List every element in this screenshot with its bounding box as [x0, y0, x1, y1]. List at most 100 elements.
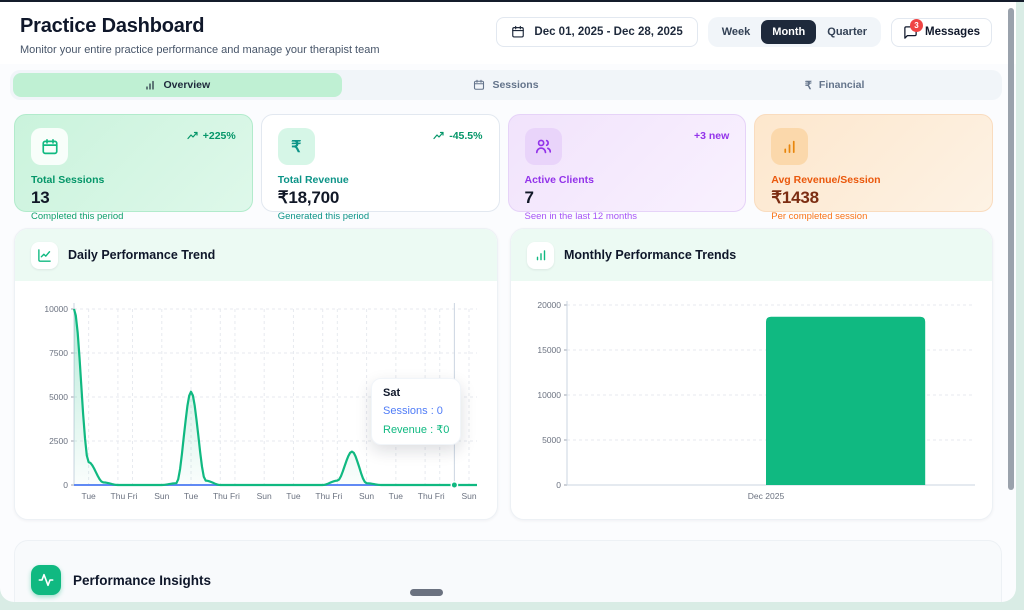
calendar-icon — [474, 79, 485, 90]
date-range-label: Dec 01, 2025 - Dec 28, 2025 — [534, 26, 683, 38]
stat-card-total-revenue: ₹ -45.5% Total Revenue ₹18,700 Generated… — [260, 114, 500, 222]
performance-insights-card: Performance Insights — [14, 540, 1002, 602]
tooltip-revenue: Revenue : ₹0 — [383, 424, 450, 436]
tab-overview[interactable]: Overview — [13, 73, 342, 97]
activity-icon — [31, 565, 61, 595]
svg-text:Thu: Thu — [213, 491, 228, 501]
tooltip-title: Sat — [383, 387, 401, 399]
new-clients-badge: +3 new — [693, 130, 730, 142]
period-quarter-button[interactable]: Quarter — [816, 20, 878, 44]
tab-financial[interactable]: ₹ Financial — [670, 73, 999, 97]
trend-badge: -45.5% — [433, 130, 483, 142]
dashboard-app: Practice Dashboard Monitor your entire p… — [0, 2, 1016, 602]
messages-button[interactable]: 3 Messages — [891, 17, 992, 47]
svg-text:2500: 2500 — [49, 436, 68, 446]
bar-chart-icon — [527, 241, 554, 269]
period-segmented-control: Week Month Quarter — [707, 17, 882, 47]
svg-text:Fri: Fri — [435, 491, 445, 501]
svg-text:7500: 7500 — [49, 348, 68, 358]
rupee-icon: ₹ — [277, 128, 315, 165]
chart-title: Daily Performance Trend — [68, 248, 216, 262]
monthly-performance-card: Monthly Performance Trends 0 5000 10000 150… — [510, 228, 993, 520]
stat-label: Total Sessions — [31, 174, 105, 186]
stat-subtext: Per completed session — [771, 211, 868, 222]
header: Practice Dashboard Monitor your entire p… — [0, 2, 1016, 64]
insights-title: Performance Insights — [73, 572, 212, 588]
svg-text:0: 0 — [556, 480, 561, 490]
svg-text:Fri: Fri — [128, 491, 138, 501]
svg-text:15000: 15000 — [537, 345, 561, 355]
svg-text:Tue: Tue — [184, 491, 199, 501]
tab-sessions[interactable]: Sessions — [342, 73, 671, 97]
stat-card-avg-revenue: Avg Revenue/Session ₹1438 Per completed … — [754, 114, 993, 222]
tab-label: Sessions — [492, 79, 539, 91]
stat-label: Avg Revenue/Session — [771, 174, 881, 186]
vertical-scrollbar-thumb[interactable] — [1008, 8, 1014, 490]
calendar-icon — [31, 128, 68, 165]
tab-label: Financial — [818, 79, 865, 91]
svg-text:Tue: Tue — [286, 491, 301, 501]
svg-text:Sun: Sun — [154, 491, 169, 501]
stat-subtext: Generated this period — [277, 211, 370, 222]
stat-subtext: Completed this period — [31, 211, 124, 222]
trend-badge: +225% — [187, 130, 236, 142]
svg-text:Thu: Thu — [111, 491, 126, 501]
bar-chart-icon — [146, 80, 155, 90]
svg-text:Thu: Thu — [418, 491, 433, 501]
svg-text:Fri: Fri — [230, 491, 240, 501]
svg-text:Tue: Tue — [389, 491, 404, 501]
monthly-chart-canvas[interactable]: 0 5000 10000 15000 20000 Dec 2025 — [511, 281, 992, 507]
trend-up-icon — [433, 131, 444, 140]
svg-text:Sun: Sun — [461, 491, 476, 501]
line-chart-icon — [31, 241, 58, 269]
stat-value: 13 — [31, 188, 50, 207]
charts-row: Daily Performance Trend 0 2500 5000 7500 100… — [14, 228, 993, 520]
daily-performance-card: Daily Performance Trend 0 2500 5000 7500 100… — [14, 228, 498, 520]
messages-label: Messages — [925, 26, 980, 38]
chat-icon: 3 — [903, 18, 924, 40]
date-range-picker[interactable]: Dec 01, 2025 - Dec 28, 2025 — [496, 17, 698, 47]
svg-text:Dec 2025: Dec 2025 — [748, 491, 785, 501]
users-icon — [524, 128, 562, 165]
stat-card-total-sessions: +225% Total Sessions 13 Completed this p… — [14, 114, 253, 222]
period-month-button[interactable]: Month — [761, 20, 817, 44]
stat-value: 7 — [524, 188, 534, 207]
trend-up-icon — [187, 131, 198, 140]
svg-text:5000: 5000 — [49, 392, 68, 402]
stat-value: ₹18,700 — [277, 188, 340, 207]
stat-card-active-clients: +3 new Active Clients 7 Seen in the last… — [507, 114, 747, 222]
window-top-edge — [0, 0, 1024, 2]
highlight-dot — [450, 481, 459, 489]
svg-text:10000: 10000 — [44, 304, 68, 314]
svg-text:Tue: Tue — [81, 491, 96, 501]
svg-text:5000: 5000 — [542, 435, 561, 445]
svg-text:Fri: Fri — [332, 491, 342, 501]
period-week-button[interactable]: Week — [711, 20, 762, 44]
stat-subtext: Seen in the last 12 months — [524, 211, 638, 222]
svg-text:Sun: Sun — [257, 491, 272, 501]
stat-cards-row: +225% Total Sessions 13 Completed this p… — [14, 114, 993, 222]
stat-value: ₹1438 — [771, 188, 819, 207]
chart-tooltip: Sat Sessions : 0 Revenue : ₹0 — [371, 378, 462, 445]
svg-text:20000: 20000 — [537, 300, 561, 310]
tooltip-sessions: Sessions : 0 — [383, 405, 443, 417]
main-tabs: Overview Sessions ₹ Financial — [10, 70, 1002, 100]
svg-text:10000: 10000 — [537, 390, 561, 400]
stat-label: Total Revenue — [277, 174, 349, 186]
calendar-icon — [512, 25, 525, 38]
monthly-chart-svg: 0 5000 10000 15000 20000 Dec 2025 — [537, 300, 975, 501]
header-actions: Dec 01, 2025 - Dec 28, 2025 Week Month Q… — [496, 17, 992, 47]
bar-chart-icon — [771, 128, 809, 165]
horizontal-scrollbar-thumb[interactable] — [410, 589, 443, 596]
stat-label: Active Clients — [524, 174, 594, 186]
rupee-icon: ₹ — [804, 79, 812, 92]
svg-text:0: 0 — [63, 480, 68, 490]
daily-chart-header: Daily Performance Trend — [15, 229, 497, 281]
svg-text:Thu: Thu — [315, 491, 330, 501]
chart-title: Monthly Performance Trends — [564, 248, 737, 262]
monthly-chart-header: Monthly Performance Trends — [511, 229, 992, 281]
svg-text:Sun: Sun — [359, 491, 374, 501]
revenue-bar — [766, 316, 926, 485]
tab-label: Overview — [163, 79, 211, 91]
messages-badge: 3 — [910, 18, 924, 32]
